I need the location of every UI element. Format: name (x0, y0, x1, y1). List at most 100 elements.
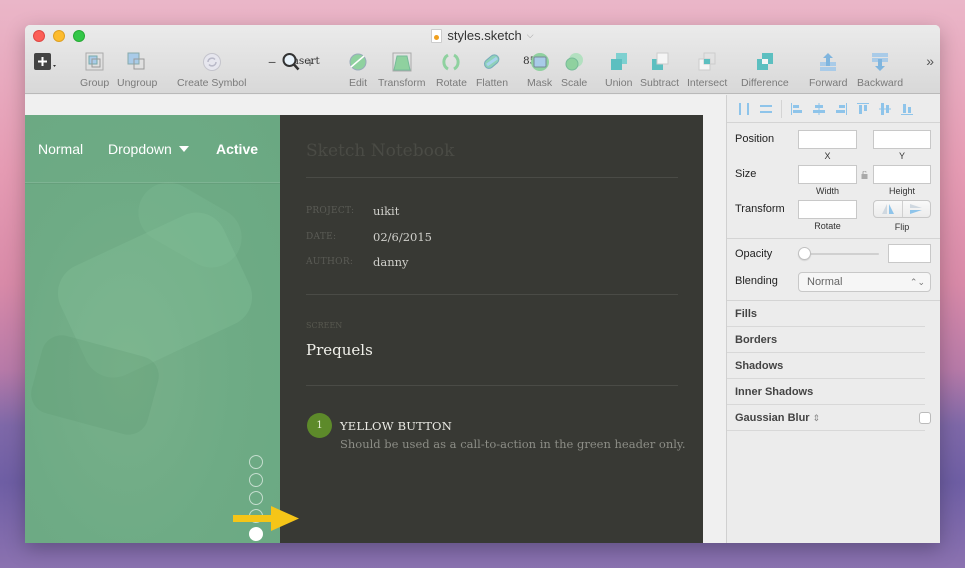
opacity-slider-knob[interactable] (798, 247, 811, 260)
ungroup-icon (126, 51, 148, 73)
meta-value-date: 02/6/2015 (373, 230, 432, 244)
zoom-in-button[interactable]: + (306, 55, 314, 70)
meta-value-project: uikit (373, 204, 400, 218)
zoom-out-button[interactable]: − (268, 54, 276, 70)
transform-button[interactable]: Transform (378, 51, 425, 89)
screen-name: Prequels (306, 341, 373, 359)
pager-dot[interactable] (249, 473, 263, 487)
blending-label: Blending (735, 275, 778, 287)
align-right-icon[interactable] (830, 102, 852, 116)
flatten-icon (481, 51, 503, 73)
align-center-horizontal-icon[interactable] (808, 102, 830, 116)
divider (306, 177, 678, 178)
edit-icon (347, 51, 369, 73)
yellow-arrow-icon (233, 506, 299, 531)
subtract-button[interactable]: Subtract (640, 51, 679, 89)
divider (306, 385, 678, 386)
nav-item-active[interactable]: Active (216, 141, 258, 157)
gaussian-blur-checkbox[interactable] (919, 412, 931, 424)
bring-forward-icon (817, 51, 839, 73)
intersect-button[interactable]: Intersect (687, 51, 727, 89)
send-backward-icon (869, 51, 891, 73)
flatten-button[interactable]: Flatten (476, 51, 508, 89)
inner-shadows-section[interactable]: Inner Shadows (735, 386, 813, 398)
meta-key-author: AUTHOR: (306, 257, 354, 267)
y-input[interactable] (873, 130, 931, 149)
rotate-input[interactable] (798, 200, 857, 219)
document-title-text: styles.sketch (447, 28, 522, 43)
subtract-icon (649, 51, 671, 73)
inspector-panel: Position X Y Size Width Height Transform… (726, 95, 940, 543)
ungroup-button[interactable]: Ungroup (117, 51, 157, 89)
lock-icon[interactable] (861, 170, 868, 182)
screen-label: SCREEN (306, 321, 343, 330)
group-button[interactable]: Group (80, 51, 109, 89)
nav-item-normal[interactable]: Normal (38, 141, 83, 157)
backward-button[interactable]: Backward (857, 51, 903, 89)
updown-chevron-icon[interactable]: ⇕ (813, 413, 821, 423)
updown-chevron-icon: ⌃⌄ (909, 277, 925, 287)
align-middle-vertical-icon[interactable] (874, 102, 896, 116)
shadows-section[interactable]: Shadows (735, 360, 783, 372)
flip-horizontal-icon[interactable] (874, 201, 903, 217)
union-button[interactable]: Union (605, 51, 632, 89)
distribute-horizontal-icon[interactable] (733, 102, 755, 116)
difference-icon (754, 51, 776, 73)
meta-key-project: PROJECT: (306, 206, 355, 216)
plus-square-icon (33, 51, 59, 73)
x-label: X (824, 151, 831, 161)
mask-icon (529, 51, 551, 73)
difference-button[interactable]: Difference (741, 51, 789, 89)
fills-section[interactable]: Fills (735, 308, 757, 320)
rotate-button[interactable]: Rotate (436, 51, 467, 89)
canvas[interactable]: Normal Dropdown Active Sketch Notebook P… (25, 95, 726, 543)
align-top-icon[interactable] (852, 102, 874, 116)
magnifier-icon[interactable] (282, 52, 300, 72)
pager-dot[interactable] (249, 491, 263, 505)
meta-value-author: danny (373, 255, 409, 269)
rotate-icon (440, 51, 462, 73)
borders-section[interactable]: Borders (735, 334, 777, 346)
insert-button[interactable]: Insert (33, 51, 320, 73)
titlebar: styles.sketch ⌵ Insert Group Ungroup Cre… (25, 25, 940, 94)
edit-button[interactable]: Edit (347, 51, 369, 89)
item-title: YELLOW BUTTON (340, 419, 452, 433)
scale-icon (563, 51, 585, 73)
forward-button[interactable]: Forward (809, 51, 848, 89)
pager-dot[interactable] (249, 455, 263, 469)
intersect-icon (696, 51, 718, 73)
chevron-down-icon: ⌵ (526, 30, 534, 40)
item-description: Should be used as a call-to-action in th… (340, 437, 686, 451)
flip-control (873, 200, 931, 218)
artboard[interactable]: Normal Dropdown Active Sketch Notebook P… (25, 115, 703, 543)
opacity-label: Opacity (735, 248, 773, 260)
size-label: Size (735, 168, 757, 180)
union-icon (608, 51, 630, 73)
meta-key-date: DATE: (306, 232, 337, 242)
align-left-icon[interactable] (786, 102, 808, 116)
height-input[interactable] (873, 165, 931, 184)
notebook-panel: Sketch Notebook PROJECT: uikit DATE: 02/… (280, 115, 703, 543)
transform-icon (391, 51, 413, 73)
zoom-control: − + 85% (268, 51, 546, 73)
x-input[interactable] (798, 130, 857, 149)
gaussian-blur-section[interactable]: Gaussian Blur ⇕ (735, 412, 820, 424)
toolbar-overflow-button[interactable]: » (926, 53, 934, 69)
transform-label: Transform (735, 203, 785, 215)
flip-label: Flip (894, 222, 910, 232)
blending-select[interactable]: Normal ⌃⌄ (798, 272, 931, 292)
nav-item-dropdown[interactable]: Dropdown (108, 141, 189, 157)
distribute-vertical-icon[interactable] (755, 102, 777, 116)
symbol-icon (201, 51, 223, 73)
opacity-slider[interactable] (803, 253, 879, 255)
create-symbol-button[interactable]: Create Symbol (177, 51, 246, 89)
divider (306, 294, 678, 295)
rotate-label: Rotate (814, 221, 841, 231)
document-title[interactable]: styles.sketch ⌵ (25, 28, 940, 43)
flip-vertical-icon[interactable] (903, 201, 931, 217)
width-input[interactable] (798, 165, 857, 184)
mask-button[interactable]: Mask (527, 51, 552, 89)
scale-button[interactable]: Scale (561, 51, 587, 89)
align-bottom-icon[interactable] (896, 102, 918, 116)
opacity-input[interactable] (888, 244, 931, 263)
